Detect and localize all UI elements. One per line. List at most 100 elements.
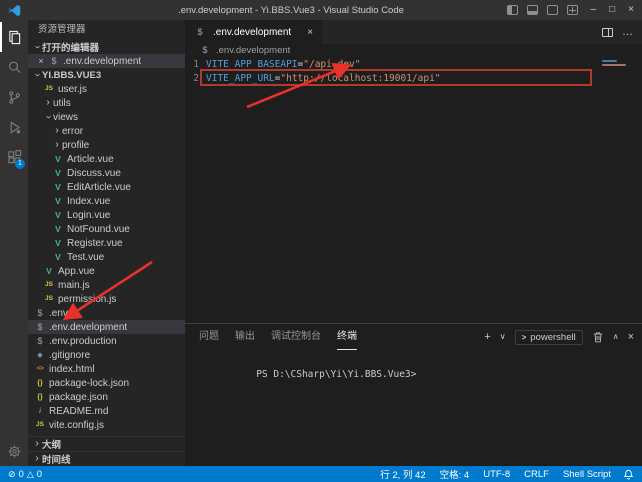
env-file-icon: $ [48, 57, 60, 66]
chevron-up-icon[interactable]: ∧ [613, 333, 619, 341]
tree-item-main.js[interactable]: JSmain.js [28, 278, 185, 292]
open-editor-label: .env.development [63, 56, 141, 67]
timeline-header[interactable]: › 时间线 [28, 451, 185, 466]
status-item[interactable]: 行 2, 列 42 [380, 467, 425, 481]
error-count: 0 [19, 469, 24, 480]
chevron-down-icon: › [43, 112, 53, 122]
split-editor-icon[interactable] [602, 28, 613, 37]
tree-item-label: NotFound.vue [67, 224, 130, 235]
problems-status[interactable]: ⊘ 0 △ 0 [8, 469, 42, 480]
panel-header: 问题输出调试控制台终端 + ∨ > powershell ∧ × [185, 324, 642, 350]
titlebar-controls: – □ × [507, 5, 634, 15]
toggle-sidebar-icon[interactable] [507, 5, 518, 15]
close-icon[interactable]: × [36, 56, 46, 66]
tree-item-NotFound.vue[interactable]: VNotFound.vue [28, 222, 185, 236]
run-debug-icon[interactable] [0, 112, 28, 142]
tree-item-label: .gitignore [49, 350, 90, 361]
tree-item-App.vue[interactable]: VApp.vue [28, 264, 185, 278]
customize-layout-icon[interactable] [567, 5, 578, 15]
extensions-badge: 1 [15, 159, 25, 169]
status-item[interactable]: Shell Script [563, 469, 611, 480]
tab-label: .env.development [213, 27, 291, 38]
env-file-icon: $ [34, 309, 46, 318]
notifications-bell-icon[interactable] [623, 469, 634, 480]
error-icon: ⊘ [8, 470, 16, 479]
tree-item-label: Login.vue [67, 210, 110, 221]
close-tab-icon[interactable]: × [307, 27, 313, 38]
env-file-icon: $ [34, 323, 46, 332]
tree-item-index.html[interactable]: <>index.html [28, 362, 185, 376]
tree-item-user.js[interactable]: JSuser.js [28, 82, 185, 96]
tree-item-Register.vue[interactable]: VRegister.vue [28, 236, 185, 250]
chevron-right-icon: › [52, 126, 62, 136]
chevron-down-icon: › [32, 42, 42, 52]
shell-label: powershell [530, 332, 575, 343]
outline-header[interactable]: › 大纲 [28, 436, 185, 451]
tree-item-Test.vue[interactable]: VTest.vue [28, 250, 185, 264]
search-icon[interactable] [0, 52, 28, 82]
panel-tab-调试控制台[interactable]: 调试控制台 [271, 324, 321, 350]
tree-item-.env.production[interactable]: $.env.production [28, 334, 185, 348]
trash-icon[interactable] [592, 331, 604, 343]
tree-item-README.md[interactable]: iREADME.md [28, 404, 185, 418]
tree-item-label: main.js [58, 280, 90, 291]
tab-env-development[interactable]: $ .env.development × [185, 20, 322, 44]
chevron-right-icon: › [32, 439, 42, 449]
tree-item-EditArticle.vue[interactable]: VEditArticle.vue [28, 180, 185, 194]
terminal-icon: > [522, 333, 527, 342]
project-header[interactable]: › YI.BBS.VUE3 [28, 68, 185, 82]
tree-item-Login.vue[interactable]: VLogin.vue [28, 208, 185, 222]
title-bar: .env.development - Yi.BBS.Vue3 - Visual … [0, 0, 642, 20]
new-terminal-icon[interactable]: + [484, 332, 490, 343]
vue-file-icon: V [43, 267, 55, 276]
status-right-items: 行 2, 列 42 空格: 4 UTF-8 CRLF Shell Script [380, 467, 611, 481]
tree-item-package-lock.json[interactable]: {}package-lock.json [28, 376, 185, 390]
tree-item-Discuss.vue[interactable]: VDiscuss.vue [28, 166, 185, 180]
tree-item-.gitignore[interactable]: ◆.gitignore [28, 348, 185, 362]
toggle-panel-icon[interactable] [527, 5, 538, 15]
activity-bar-spacer [0, 172, 28, 436]
status-item[interactable]: UTF-8 [483, 469, 510, 480]
chevron-down-icon: › [32, 70, 42, 80]
breadcrumb[interactable]: $ .env.development [185, 44, 642, 57]
tree-item-Index.vue[interactable]: VIndex.vue [28, 194, 185, 208]
close-window-button[interactable]: × [628, 5, 634, 15]
tree-item-.env.development[interactable]: $.env.development [28, 320, 185, 334]
settings-gear-icon[interactable] [0, 436, 28, 466]
chevron-down-icon[interactable]: ∨ [500, 333, 506, 341]
env-file-icon: $ [34, 337, 46, 346]
close-panel-icon[interactable]: × [628, 332, 634, 343]
panel-tabs: 问题输出调试控制台终端 [193, 324, 357, 350]
tree-item-permission.js[interactable]: JSpermission.js [28, 292, 185, 306]
tree-item-utils[interactable]: ›utils [28, 96, 185, 110]
code-editor[interactable]: 1VITE_APP_BASEAPI="/api-dev"2VITE_APP_UR… [185, 57, 642, 323]
panel-tab-问题[interactable]: 问题 [199, 324, 219, 350]
tree-item-views[interactable]: ›views [28, 110, 185, 124]
vue-file-icon: V [52, 197, 64, 206]
toggle-secondary-sidebar-icon[interactable] [547, 5, 558, 15]
status-item[interactable]: CRLF [524, 469, 549, 480]
tree-item-vite.config.js[interactable]: JSvite.config.js [28, 418, 185, 432]
terminal-profile-button[interactable]: > powershell [515, 330, 583, 345]
vscode-window: .env.development - Yi.BBS.Vue3 - Visual … [0, 0, 642, 482]
open-editor-item[interactable]: × $ .env.development [28, 54, 185, 68]
extensions-icon[interactable]: 1 [0, 142, 28, 172]
outline-label: 大纲 [42, 437, 61, 451]
terminal-content[interactable]: PS D:\CSharp\Yi\Yi.BBS.Vue3> [185, 350, 642, 466]
tree-item-label: .env.development [49, 322, 127, 333]
status-item[interactable]: 空格: 4 [440, 467, 470, 481]
open-editors-header[interactable]: › 打开的编辑器 [28, 40, 185, 54]
maximize-button[interactable]: □ [609, 5, 615, 15]
minimize-button[interactable]: – [591, 5, 597, 15]
panel-tab-终端[interactable]: 终端 [337, 324, 357, 350]
source-control-icon[interactable] [0, 82, 28, 112]
tree-item-error[interactable]: ›error [28, 124, 185, 138]
tree-item-Article.vue[interactable]: VArticle.vue [28, 152, 185, 166]
tree-item-label: Article.vue [67, 154, 114, 165]
tree-item-profile[interactable]: ›profile [28, 138, 185, 152]
more-actions-icon[interactable]: … [622, 26, 633, 38]
tree-item-.env[interactable]: $.env [28, 306, 185, 320]
panel-tab-输出[interactable]: 输出 [235, 324, 255, 350]
tree-item-package.json[interactable]: {}package.json [28, 390, 185, 404]
explorer-icon[interactable] [0, 22, 28, 52]
